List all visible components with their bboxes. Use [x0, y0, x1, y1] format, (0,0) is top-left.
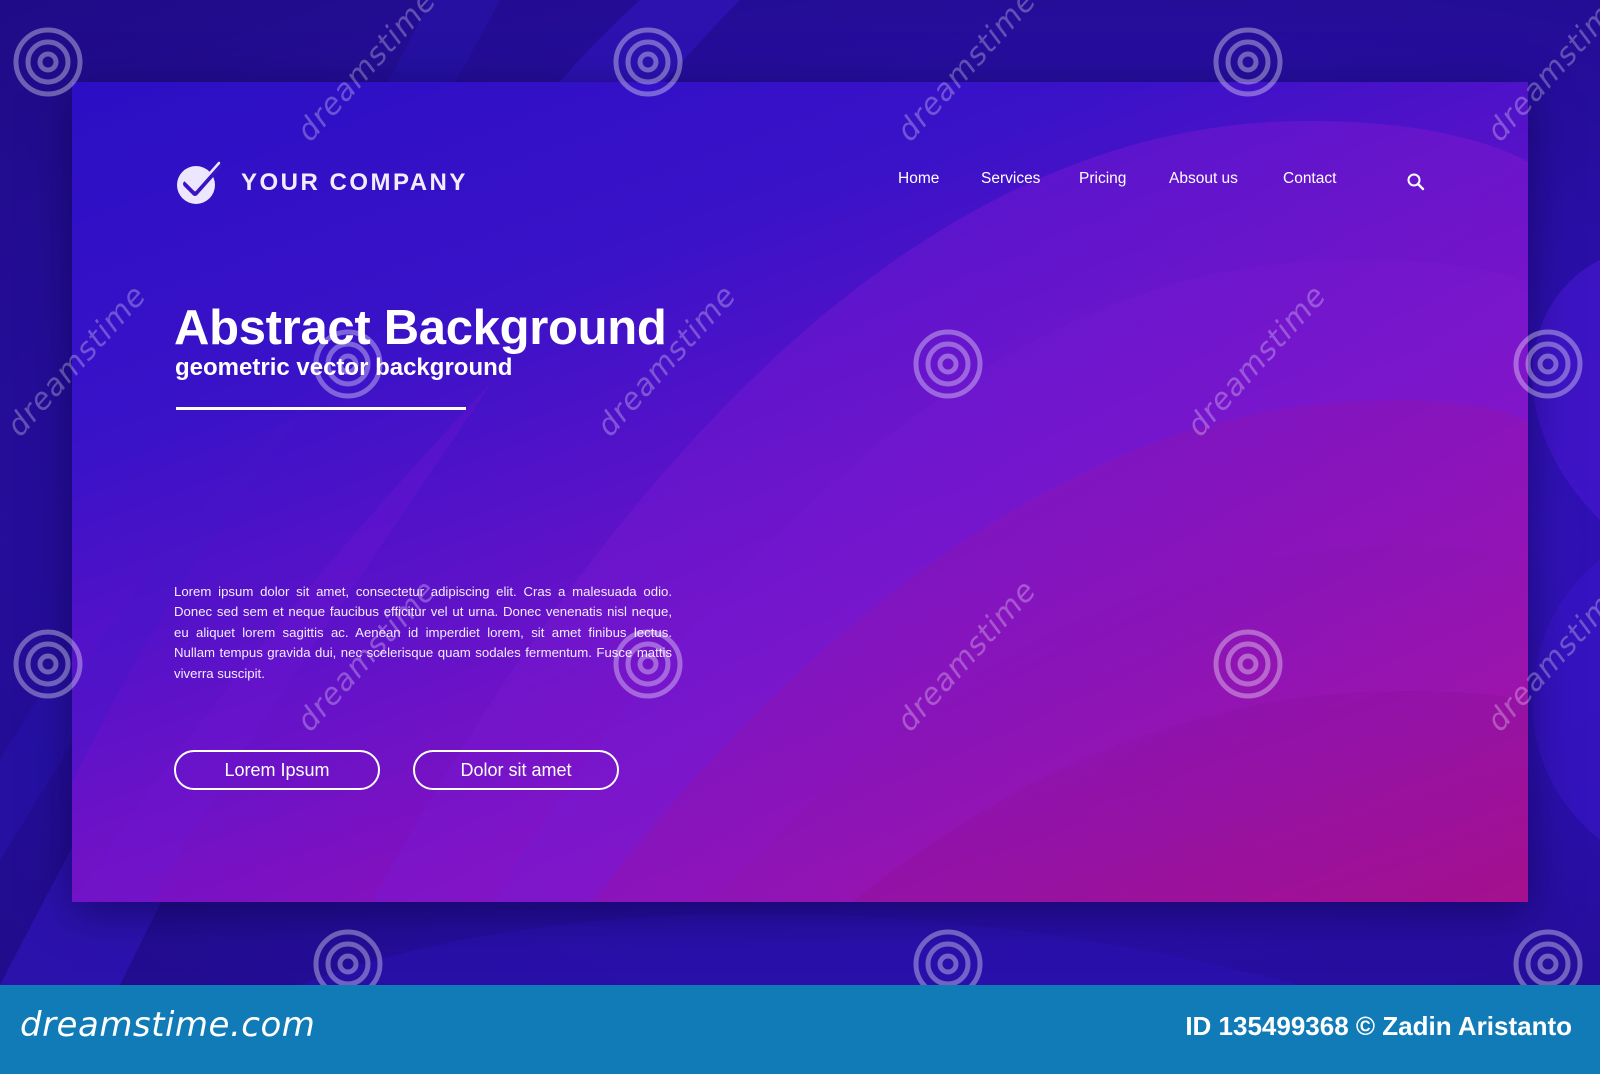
main-nav: Home Services Pricing Absout us Contact	[72, 170, 1528, 200]
hero-title: Abstract Background	[174, 301, 667, 355]
nav-services[interactable]: Services	[981, 170, 1040, 188]
image-credit: ID 135499368 © Zadin Aristanto	[1185, 1011, 1572, 1041]
search-icon[interactable]	[1406, 172, 1426, 192]
hero-subtitle: geometric vector background	[175, 354, 513, 381]
nav-home[interactable]: Home	[898, 170, 939, 188]
hero-body-text: Lorem ipsum dolor sit amet, consectetur …	[174, 584, 672, 681]
nav-pricing[interactable]: Pricing	[1079, 170, 1126, 188]
lorem-ipsum-button[interactable]: Lorem Ipsum	[174, 750, 380, 790]
dolor-sit-amet-button[interactable]: Dolor sit amet	[413, 750, 619, 790]
nav-contact[interactable]: Contact	[1283, 170, 1336, 188]
footer-bar: dreamstime.com ID 135499368 © Zadin Aris…	[0, 985, 1600, 1074]
landing-card: YOUR COMPANY Home Services Pricing Absou…	[72, 82, 1528, 902]
footer-logo[interactable]: dreamstime.com	[20, 1005, 315, 1045]
nav-about-us[interactable]: Absout us	[1169, 170, 1238, 188]
title-divider	[176, 407, 466, 410]
